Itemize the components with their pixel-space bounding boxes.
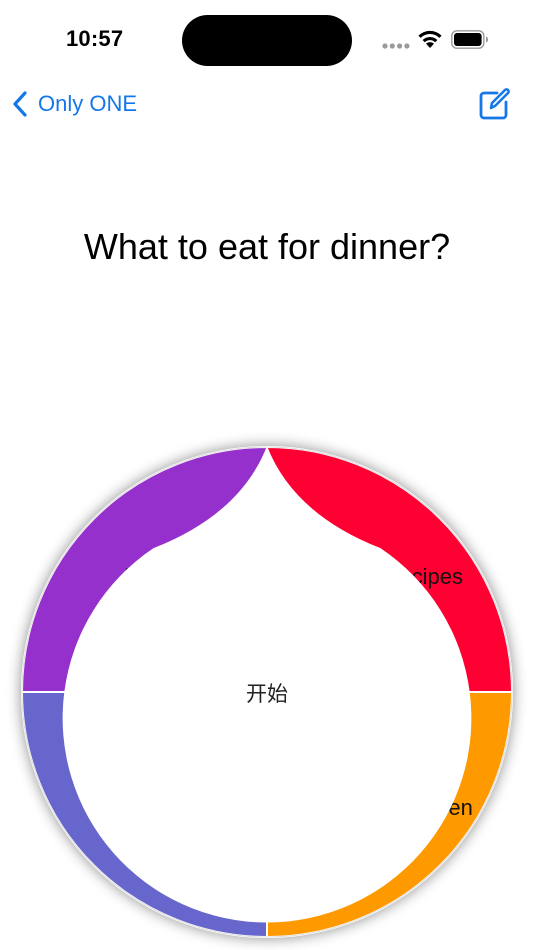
signal-icon	[382, 43, 410, 49]
question-title: What to eat for dinner?	[83, 226, 451, 267]
compose-icon[interactable]	[477, 86, 513, 122]
start-button-label: 开始	[246, 682, 288, 706]
back-button[interactable]: Only ONE	[10, 86, 137, 122]
status-bar: 10:57	[0, 0, 534, 80]
dynamic-island	[182, 15, 352, 66]
status-time: 10:57	[66, 26, 124, 51]
wifi-icon	[418, 30, 442, 48]
back-button-label: Only ONE	[38, 91, 138, 116]
battery-icon	[451, 30, 488, 49]
spin-wheel[interactable]: Pizza Fish pie recipes Chicken Upgraded …	[21, 446, 513, 938]
chevron-left-icon	[13, 91, 27, 117]
